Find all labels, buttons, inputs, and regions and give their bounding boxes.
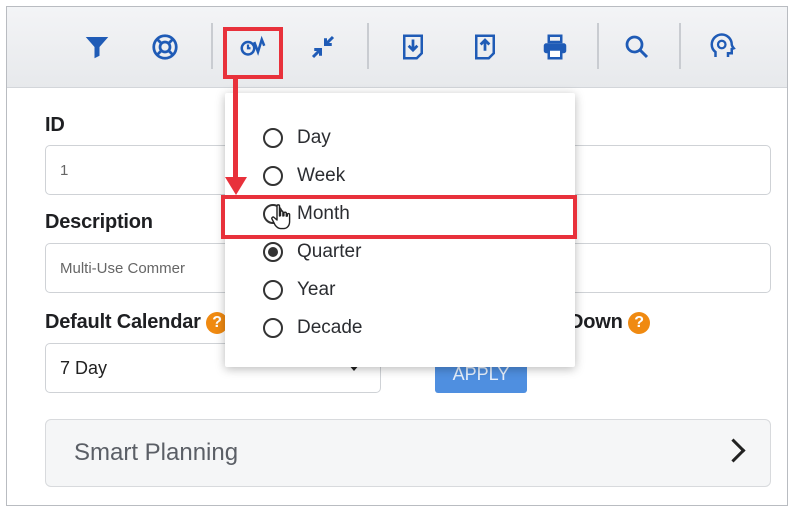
option-label: Day (297, 127, 331, 148)
default-calendar-text: Default Calendar (45, 311, 201, 333)
annotation-arrow-line (233, 77, 238, 185)
option-label: Decade (297, 317, 363, 338)
option-label: Week (297, 165, 346, 186)
print-button[interactable] (533, 27, 577, 67)
radio-button[interactable] (263, 166, 283, 186)
brain-icon (710, 33, 736, 57)
help-icon[interactable]: ? (628, 311, 650, 334)
hand-cursor-icon (271, 204, 291, 230)
default-calendar-label: Default Calendar ? (45, 311, 229, 334)
toolbar-separator (597, 23, 599, 69)
option-label: Quarter (297, 241, 362, 262)
export-down-icon (403, 34, 423, 60)
timescale-option-quarter[interactable]: Quarter (263, 237, 361, 267)
drilldown-text: Down (569, 311, 623, 333)
timescale-option-day[interactable]: Day (263, 123, 331, 153)
timescale-option-year[interactable]: Year (263, 275, 335, 305)
lifebuoy-icon (152, 34, 178, 60)
chevron-right-icon (721, 438, 746, 463)
radio-button[interactable] (263, 280, 283, 300)
option-label: Year (297, 279, 336, 300)
toolbar-separator (679, 23, 681, 69)
filter-button[interactable] (75, 27, 119, 67)
export-up-button[interactable] (463, 27, 507, 67)
export-up-icon (475, 34, 495, 60)
toolbar (7, 7, 787, 88)
toolbar-separator (211, 23, 213, 69)
id-label: ID (45, 114, 65, 136)
app-frame: ID 1 Description Multi-Use Commer Defaul… (6, 6, 788, 506)
help-center-button[interactable] (143, 27, 187, 67)
search-button[interactable] (615, 27, 659, 67)
ai-button[interactable] (701, 27, 745, 67)
search-icon (625, 35, 649, 59)
timescale-option-decade[interactable]: Decade (263, 313, 363, 343)
drilldown-label: Down ? (569, 311, 650, 334)
collapse-icon (311, 35, 335, 59)
radio-button-selected[interactable] (263, 242, 283, 262)
timescale-option-week[interactable]: Week (263, 161, 345, 191)
smart-planning-panel[interactable]: Smart Planning (45, 419, 771, 487)
annotation-arrow-head (225, 177, 247, 195)
print-icon (543, 34, 567, 60)
calendar-select-value: 7 Day (60, 357, 108, 378)
export-down-button[interactable] (391, 27, 435, 67)
smart-planning-label: Smart Planning (74, 439, 239, 466)
timescale-highlight (223, 27, 283, 79)
description-label: Description (45, 211, 153, 233)
radio-button[interactable] (263, 128, 283, 148)
toolbar-separator (367, 23, 369, 69)
filter-icon (85, 37, 109, 59)
radio-button[interactable] (263, 318, 283, 338)
collapse-button[interactable] (301, 27, 345, 67)
